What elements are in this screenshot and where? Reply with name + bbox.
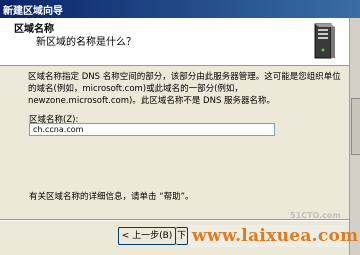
watermark: www.laixuea.com — [188, 225, 358, 247]
wizard-header: 区域名称 新区域的名称是什么？ — [0, 18, 349, 66]
zone-name-input[interactable]: ch.ccna.com — [29, 123, 275, 136]
window-title: 新建区域向导 — [3, 6, 63, 17]
server-icon — [314, 23, 335, 59]
page-subtitle: 新区域的名称是什么？ — [36, 37, 136, 48]
watermark-logo: 51CTO.com — [290, 211, 341, 220]
next-button[interactable]: 下 — [176, 227, 188, 245]
back-button[interactable]: < 上一步(B) — [118, 227, 176, 245]
scrollbar-thumb[interactable] — [351, 98, 360, 155]
title-bar[interactable]: 新建区域向导 — [0, 0, 360, 18]
scrollbar[interactable] — [349, 18, 360, 255]
zone-description: 区域名称指定 DNS 名称空间的部分，该部分由此服务器管理。这可能是您组织单位的… — [28, 72, 341, 106]
help-text: 有关区域名称的详细信息，请单击 “帮助”。 — [29, 192, 194, 202]
watermark-text: www.laixuea.com — [192, 226, 359, 246]
